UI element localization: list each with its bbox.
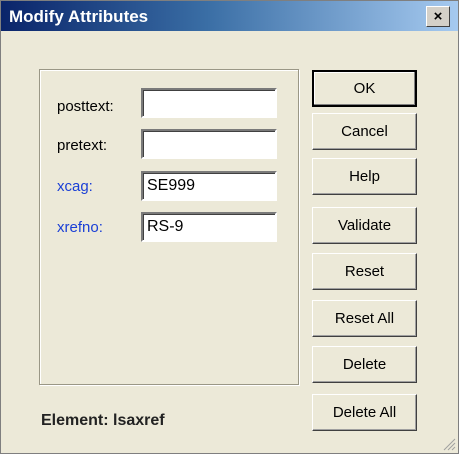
xcag-label: xcag: (57, 178, 93, 195)
close-button[interactable]: × (426, 6, 450, 27)
element-status-label: Element: lsaxref (41, 412, 165, 429)
ok-label: OK (353, 80, 376, 97)
xrefno-field[interactable] (141, 212, 277, 242)
delete-label: Delete (342, 356, 387, 373)
reset-label: Reset (344, 263, 385, 280)
delete-button[interactable]: Delete (312, 346, 417, 383)
reset-button[interactable]: Reset (312, 253, 417, 290)
ok-button[interactable]: OK (312, 70, 417, 107)
delete-all-button[interactable]: Delete All (312, 394, 417, 431)
reset-all-button[interactable]: Reset All (312, 300, 417, 337)
pretext-label: pretext: (57, 137, 108, 154)
resize-grip-icon[interactable] (442, 437, 456, 451)
help-label: Help (349, 168, 380, 185)
pretext-field[interactable] (141, 129, 277, 159)
delete-all-label: Delete All (332, 404, 397, 421)
close-icon: × (433, 8, 443, 25)
cancel-button[interactable]: Cancel (312, 113, 417, 150)
modify-attributes-dialog: Modify Attributes × posttext: pretext: x… (0, 0, 459, 454)
posttext-field[interactable] (141, 88, 277, 118)
reset-all-label: Reset All (334, 310, 395, 327)
cancel-label: Cancel (341, 123, 388, 140)
help-button[interactable]: Help (312, 158, 417, 195)
window-title: Modify Attributes (9, 7, 149, 26)
posttext-label: posttext: (57, 98, 114, 115)
xcag-field[interactable] (141, 171, 277, 201)
validate-button[interactable]: Validate (312, 207, 417, 244)
title-bar[interactable]: Modify Attributes × (1, 1, 458, 31)
validate-label: Validate (337, 217, 392, 234)
xrefno-label: xrefno: (57, 219, 103, 236)
